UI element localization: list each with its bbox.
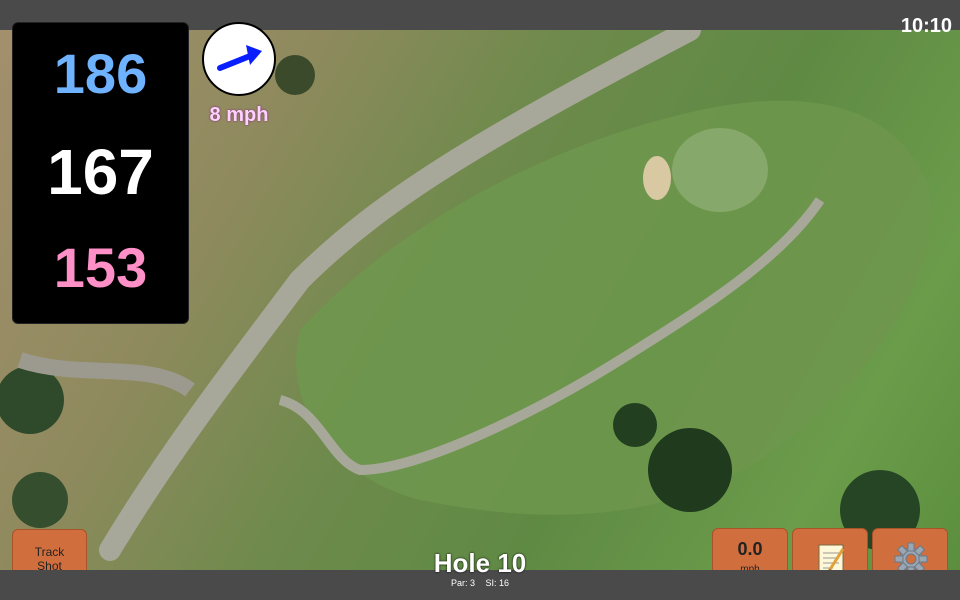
wind-indicator <box>202 22 276 96</box>
hole-par: Par: 3 <box>450 578 475 588</box>
wind-speed: 8 mph <box>209 104 269 126</box>
arrow-right-up-icon <box>217 45 262 71</box>
hole-title: Hole 10 <box>433 548 527 578</box>
middle-yardage: 167 <box>47 136 154 208</box>
front-yardage: 153 <box>53 236 148 299</box>
hole-stroke-index: SI: 16 <box>485 578 510 588</box>
hole-info: Par: 3 SI: 16 <box>400 578 560 588</box>
back-yardage: 186 <box>53 42 148 105</box>
yardage-panel: 186 167 153 <box>12 22 189 324</box>
clock: 10:10 <box>900 15 952 37</box>
speed-value: 0.0 <box>737 539 763 559</box>
track-shot-label-line1: Track <box>34 545 65 559</box>
